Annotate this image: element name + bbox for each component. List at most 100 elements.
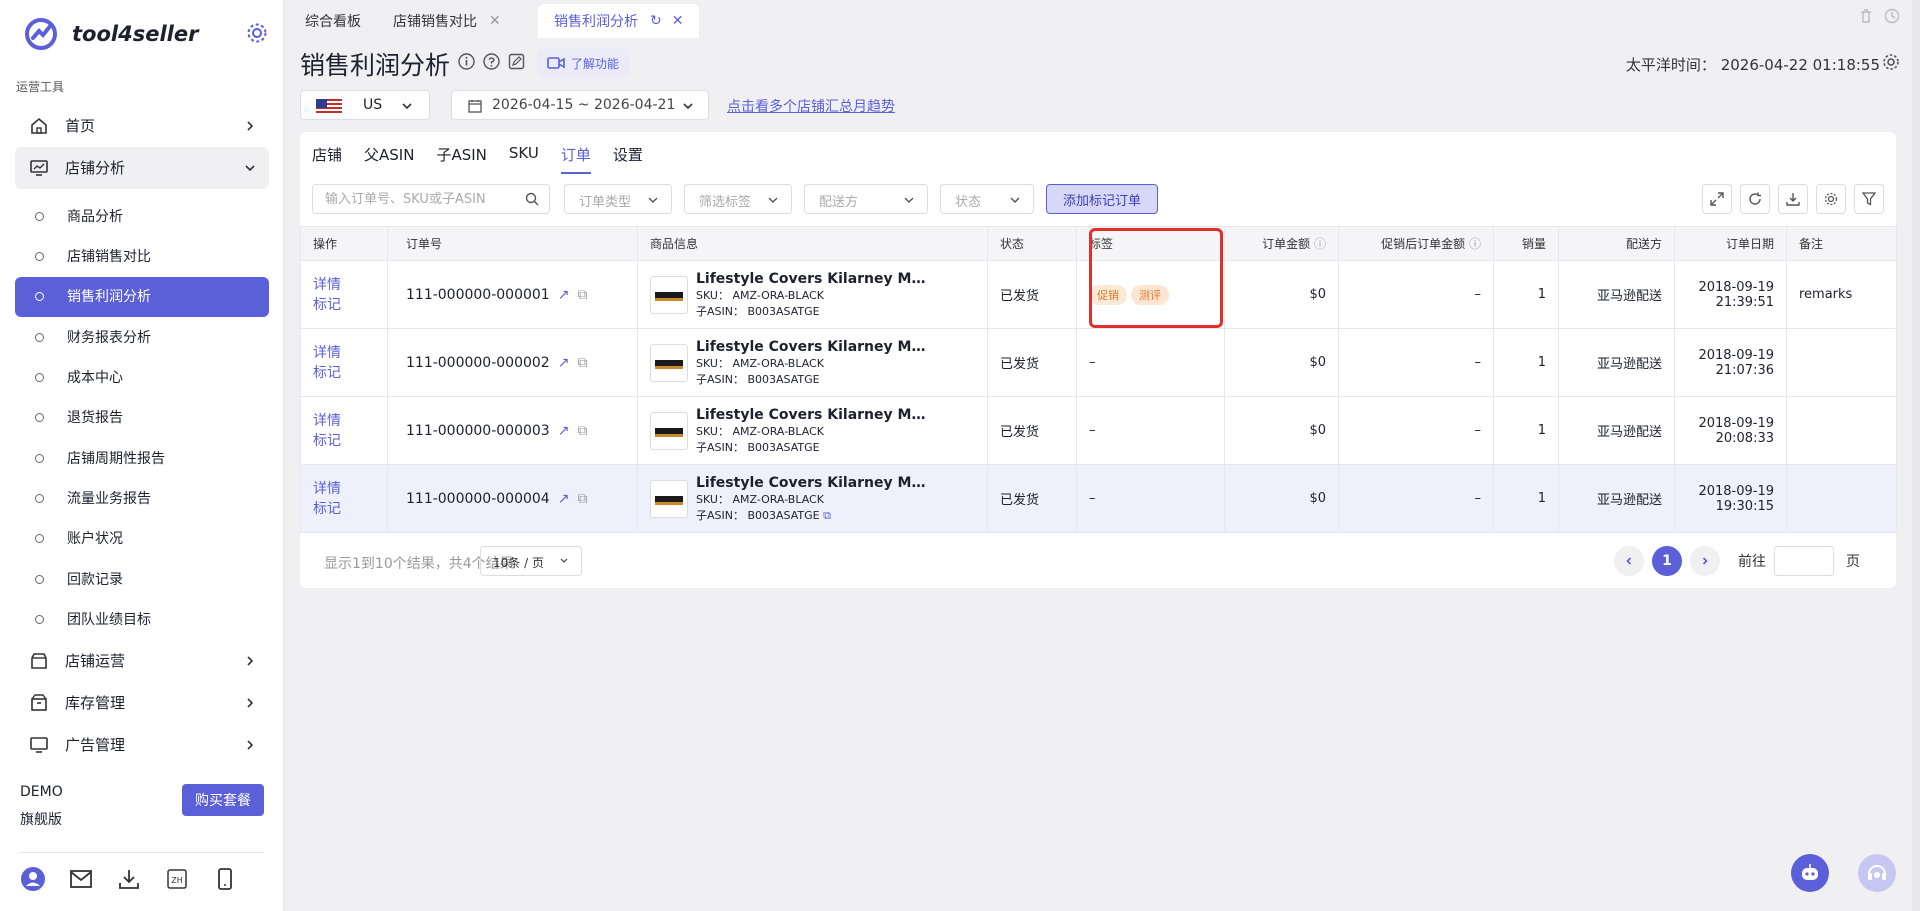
sidebar-item-account-status[interactable]: 账户状况 [15,519,269,559]
prev-page-button[interactable] [1614,546,1644,576]
product-title[interactable]: Lifestyle Covers Kilarney Mat... [696,474,926,492]
filter-icon[interactable] [1854,184,1884,214]
nav-ads[interactable]: 广告管理 [15,724,269,766]
tab-settings[interactable]: 设置 [613,144,643,174]
gear-icon[interactable] [1882,53,1900,71]
info-icon[interactable]: ⓘ [1469,237,1481,251]
external-link-icon[interactable]: ↗ [558,355,570,371]
sidebar-item-periodic-report[interactable]: 店铺周期性报告 [15,439,269,479]
external-link-icon[interactable]: ↗ [558,491,570,507]
search-input[interactable] [313,185,513,213]
sidebar-item-store-sales-compare[interactable]: 店铺销售对比 [15,237,269,277]
settings-gear-icon[interactable] [246,22,268,44]
mail-icon[interactable] [68,866,94,892]
clock-icon[interactable] [1884,8,1900,24]
external-link-icon[interactable]: ↗ [558,423,570,439]
copy-icon[interactable]: ⧉ [577,491,587,507]
edit-icon[interactable] [508,53,525,70]
sidebar-item-product-analysis[interactable]: 商品分析 [15,197,269,237]
search-icon[interactable] [525,192,539,206]
col-header-order-amount[interactable]: 订单金额 ⓘ [1224,226,1339,261]
sidebar-item-financial-report[interactable]: 财务报表分析 [15,318,269,358]
country-select[interactable]: US [300,90,430,120]
nav-store-analysis[interactable]: 店铺分析 [15,147,269,189]
tab-sales-profit[interactable]: 销售利润分析 ↻ ✕ [538,4,700,38]
fullscreen-icon[interactable] [1702,184,1732,214]
sidebar-item-payment-records[interactable]: 回款记录 [15,560,269,600]
product-thumbnail [650,275,688,314]
mark-link[interactable]: 标记 [313,295,375,315]
fulfillment-select[interactable]: 配送方 [804,184,928,214]
refresh-icon[interactable] [1740,184,1770,214]
columns-settings-icon[interactable] [1816,184,1846,214]
tag-filter-select[interactable]: 筛选标签 [684,184,792,214]
tab-orders[interactable]: 订单 [560,144,591,174]
nav-home[interactable]: 首页 [15,105,269,147]
learn-feature-button[interactable]: 了解功能 [537,49,630,77]
tab-sku[interactable]: SKU [509,144,539,174]
trash-icon[interactable] [1858,8,1874,24]
download-icon[interactable] [116,866,142,892]
page-scrollbar[interactable] [1912,0,1920,911]
sidebar-item-cost-center[interactable]: 成本中心 [15,358,269,398]
mark-link[interactable]: 标记 [313,499,375,519]
product-sku: SKU： AMZ-ORA-BLACK [696,492,824,506]
status-select[interactable]: 状态 [940,184,1034,214]
col-header-promo-amount[interactable]: 促销后订单金额 ⓘ [1338,226,1494,261]
buy-plan-button[interactable]: 购买套餐 [182,784,264,816]
sidebar-item-returns-report[interactable]: 退货报告 [15,398,269,438]
info-icon[interactable] [458,53,475,70]
sidebar-item-traffic-report[interactable]: 流量业务报告 [15,479,269,519]
mark-link[interactable]: 标记 [313,431,375,451]
sidebar-item-team-goals[interactable]: 团队业绩目标 [15,600,269,640]
detail-link[interactable]: 详情 [313,411,375,431]
product-title[interactable]: Lifestyle Covers Kilarney Mat... [696,270,926,288]
detail-link[interactable]: 详情 [313,343,375,363]
external-link-icon[interactable]: ↗ [558,287,570,303]
tab-child-asin[interactable]: 子ASIN [436,144,486,174]
monthly-trend-link[interactable]: 点击看多个店铺汇总月趋势 [727,96,895,116]
copy-icon[interactable]: ⧉ [823,509,831,522]
sidebar: tool4seller 运营工具 首页 店铺分析 商品分析 店铺销售对比 销售利… [0,0,284,911]
page-number-button[interactable]: 1 [1652,546,1682,576]
tab-store-sales-compare[interactable]: 店铺销售对比 ✕ [377,4,517,38]
info-icon[interactable]: ⓘ [1314,237,1326,251]
sub-label: 商品分析 [67,209,123,225]
order-type-select[interactable]: 订单类型 [564,184,672,214]
tab-parent-asin[interactable]: 父ASIN [364,144,414,174]
detail-link[interactable]: 详情 [313,479,375,499]
customer-service-button[interactable] [1858,854,1896,892]
tab-store[interactable]: 店铺 [312,144,342,174]
mobile-icon[interactable] [212,866,238,892]
page-size-select[interactable]: 10条 / 页 [480,546,582,576]
download-icon[interactable] [1778,184,1808,214]
date-range-picker[interactable]: 2026-04-15 ~ 2026-04-21 [451,90,709,120]
ai-assistant-button[interactable] [1791,854,1829,892]
qty-cell: 1 [1493,396,1559,465]
mark-link[interactable]: 标记 [313,363,375,383]
chevron-down-icon [683,103,693,110]
chevron-down-icon [1010,197,1020,203]
language-icon[interactable]: ZH [164,866,190,892]
user-avatar-icon[interactable] [20,866,46,892]
nav-inventory[interactable]: 库存管理 [15,682,269,724]
help-icon[interactable] [483,53,500,70]
refresh-icon[interactable]: ↻ [650,13,662,29]
next-page-button[interactable] [1690,546,1720,576]
product-title[interactable]: Lifestyle Covers Kilarney Mat... [696,406,926,424]
logo[interactable]: tool4seller [24,14,198,54]
plan-level: 旗舰版 [20,812,62,828]
product-title[interactable]: Lifestyle Covers Kilarney Mat... [696,338,926,356]
goto-page-input[interactable] [1774,546,1834,576]
sidebar-item-sales-profit[interactable]: 销售利润分析 [15,277,269,317]
close-icon[interactable]: ✕ [672,13,684,29]
home-icon [31,117,47,134]
close-icon[interactable]: ✕ [489,13,501,29]
copy-icon[interactable]: ⧉ [577,287,587,303]
copy-icon[interactable]: ⧉ [577,423,587,439]
add-tag-order-button[interactable]: 添加标记订单 [1046,184,1158,214]
detail-link[interactable]: 详情 [313,275,375,295]
copy-icon[interactable]: ⧉ [577,355,587,371]
tab-dashboard[interactable]: 综合看板 [289,4,377,38]
nav-store-ops[interactable]: 店铺运营 [15,640,269,682]
